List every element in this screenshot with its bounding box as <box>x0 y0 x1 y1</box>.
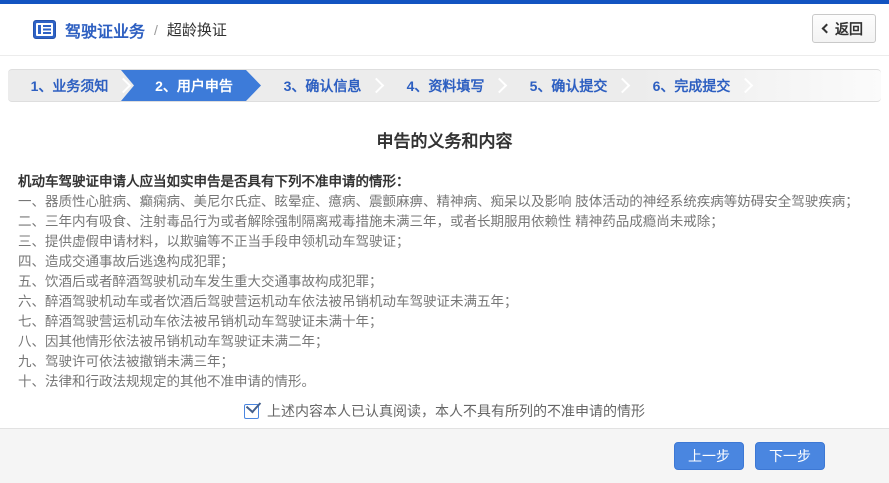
step-4-fill-materials[interactable]: 4、资料填写 <box>384 70 507 101</box>
declaration-item: 一、器质性心脏病、癫痫病、美尼尔氏症、眩晕症、癔病、震颤麻痹、精神病、痴呆以及影… <box>18 192 871 212</box>
step-separator-chevron <box>116 77 132 93</box>
declaration-item: 十、法律和行政法规规定的其他不准申请的情形。 <box>18 372 871 392</box>
step-6-complete-submit[interactable]: 6、完成提交 <box>630 70 753 101</box>
footer-action-bar: 上一步 下一步 <box>0 428 889 483</box>
step-separator-chevron <box>738 77 754 93</box>
step-label: 6、完成提交 <box>653 76 731 96</box>
step-separator-chevron <box>615 77 631 93</box>
breadcrumb-separator: / <box>154 22 158 38</box>
declaration-item: 八、因其他情形依法被吊销机动车驾驶证未满二年； <box>18 332 871 352</box>
declaration-item: 六、醉酒驾驶机动车或者饮酒后驾驶营运机动车依法被吊销机动车驾驶证未满五年； <box>18 292 871 312</box>
header: 驾驶证业务 / 超龄换证 返回 <box>0 4 889 56</box>
agreement-label[interactable]: 上述内容本人已认真阅读，本人不具有所列的不准申请的情形 <box>267 401 645 421</box>
step-label: 3、确认信息 <box>284 76 362 96</box>
step-1-business-notice[interactable]: 1、业务须知 <box>8 70 131 101</box>
step-separator-chevron <box>492 77 508 93</box>
previous-step-button[interactable]: 上一步 <box>674 442 744 470</box>
next-step-button[interactable]: 下一步 <box>755 442 825 470</box>
page-title: 申告的义务和内容 <box>0 127 889 152</box>
declaration-intro: 机动车驾驶证申请人应当如实申告是否具有下列不准申请的情形： <box>18 171 871 192</box>
breadcrumb-current-page: 超龄换证 <box>167 19 227 40</box>
declaration-item: 二、三年内有吸食、注射毒品行为或者解除强制隔离戒毒措施未满三年，或者长期服用依赖… <box>18 212 871 232</box>
back-button-label: 返回 <box>835 19 863 39</box>
step-label: 4、资料填写 <box>407 76 485 96</box>
declaration-item: 五、饮酒后或者醉酒驾驶机动车发生重大交通事故构成犯罪； <box>18 272 871 292</box>
declaration-item: 九、驾驶许可依法被撤销未满三年； <box>18 352 871 372</box>
declaration-item: 三、提供虚假申请材料，以欺骗等不正当手段申领机动车驾驶证； <box>18 232 871 252</box>
chevron-left-icon <box>822 24 832 34</box>
declaration-item: 七、醉酒驾驶营运机动车依法被吊销机动车驾驶证未满十年； <box>18 312 871 332</box>
agreement-checkbox[interactable] <box>244 404 259 419</box>
step-label: 5、确认提交 <box>530 76 608 96</box>
step-3-confirm-info[interactable]: 3、确认信息 <box>261 70 384 101</box>
step-separator-chevron <box>369 77 385 93</box>
declaration-item: 四、造成交通事故后逃逸构成犯罪； <box>18 252 871 272</box>
back-button[interactable]: 返回 <box>812 14 876 43</box>
agreement-row: 上述内容本人已认真阅读，本人不具有所列的不准申请的情形 <box>18 401 871 421</box>
step-wizard: 1、业务须知 2、用户申告 3、确认信息 4、资料填写 5、确认提交 6、完成提… <box>8 69 881 102</box>
step-5-confirm-submit[interactable]: 5、确认提交 <box>507 70 630 101</box>
declaration-content: 机动车驾驶证申请人应当如实申告是否具有下列不准申请的情形： 一、器质性心脏病、癫… <box>18 171 871 421</box>
step-2-user-declaration[interactable]: 2、用户申告 <box>121 70 261 101</box>
breadcrumb-section-link[interactable]: 驾驶证业务 <box>65 18 145 42</box>
step-label: 1、业务须知 <box>31 76 109 96</box>
step-label: 2、用户申告 <box>155 76 233 96</box>
license-business-icon <box>33 20 56 39</box>
